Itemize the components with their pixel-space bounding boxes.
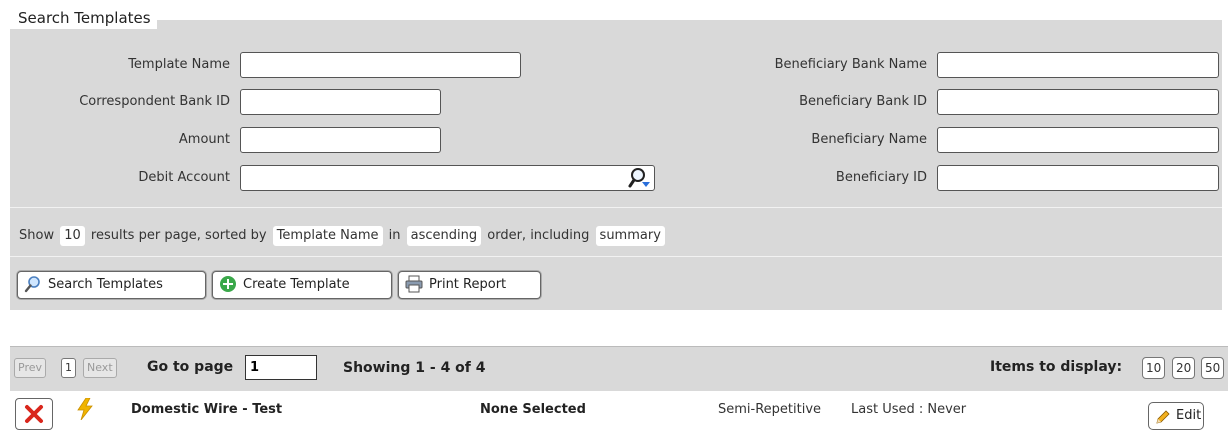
divider: [10, 207, 1222, 208]
correspondent-bank-id-label: Correspondent Bank ID: [79, 94, 230, 109]
template-name[interactable]: Domestic Wire - Test: [131, 400, 282, 420]
items-10-button[interactable]: 10: [1142, 357, 1166, 379]
add-icon: [220, 275, 236, 292]
show-text: Show: [19, 228, 55, 243]
beneficiary-bank-name-label: Beneficiary Bank Name: [774, 57, 927, 72]
search-legend: Search Templates: [10, 7, 157, 29]
create-template-button[interactable]: Create Template: [212, 271, 392, 299]
search-templates-label: Search Templates: [48, 277, 163, 292]
divider: [10, 256, 1222, 257]
items-20-button[interactable]: 20: [1172, 357, 1196, 379]
items-50-button[interactable]: 50: [1201, 357, 1225, 379]
beneficiary-bank-id-input[interactable]: [937, 89, 1219, 115]
correspondent-bank-id-input[interactable]: [240, 89, 441, 115]
prev-page-button[interactable]: Prev: [14, 358, 46, 378]
next-page-button[interactable]: Next: [83, 358, 117, 378]
beneficiary-id-input[interactable]: [937, 165, 1219, 191]
items-to-display-label: Items to display:: [990, 359, 1123, 375]
beneficiary-id-label: Beneficiary ID: [835, 170, 927, 185]
display-options: Show 10 results per page, sorted by Temp…: [19, 225, 667, 247]
delete-icon: [25, 405, 43, 423]
template-name-input[interactable]: [240, 52, 521, 78]
search-icon: [24, 275, 40, 292]
debit-account-input[interactable]: [240, 165, 655, 191]
per-page-select[interactable]: 10: [60, 226, 85, 246]
goto-page-label: Go to page: [147, 359, 234, 375]
in-text: in: [388, 228, 401, 243]
lightning-icon: [77, 398, 93, 420]
amount-input[interactable]: [240, 127, 441, 153]
beneficiary-name-input[interactable]: [937, 127, 1219, 153]
beneficiary-bank-id-label: Beneficiary Bank ID: [799, 94, 927, 109]
create-template-label: Create Template: [243, 277, 350, 292]
last-used: Last Used : Never: [851, 402, 967, 417]
printer-icon: [405, 275, 423, 292]
goto-page-input[interactable]: [245, 355, 317, 380]
results-text: results per page, sorted by: [90, 228, 267, 243]
order-text: order, including: [487, 228, 590, 243]
sort-order-select[interactable]: ascending: [406, 226, 482, 246]
pencil-icon: [1156, 410, 1170, 424]
beneficiary-name-label: Beneficiary Name: [811, 132, 927, 147]
page-1-button[interactable]: 1: [61, 358, 76, 378]
debit-account-label: Debit Account: [138, 170, 230, 185]
template-type: Semi-Repetitive: [718, 402, 822, 417]
search-templates-button[interactable]: Search Templates: [17, 271, 206, 299]
template-name-label: Template Name: [128, 57, 230, 72]
account-value: None Selected: [480, 402, 586, 417]
print-report-button[interactable]: Print Report: [398, 271, 541, 299]
edit-label: Edit: [1176, 408, 1202, 423]
beneficiary-bank-name-input[interactable]: [937, 52, 1219, 78]
detail-select[interactable]: summary: [595, 226, 665, 246]
showing-count: Showing 1 - 4 of 4: [343, 360, 486, 376]
edit-template-button[interactable]: Edit: [1148, 402, 1204, 430]
amount-label: Amount: [178, 132, 230, 147]
delete-template-button[interactable]: [15, 398, 53, 430]
sort-field-select[interactable]: Template Name: [272, 226, 383, 246]
print-report-label: Print Report: [429, 277, 507, 292]
